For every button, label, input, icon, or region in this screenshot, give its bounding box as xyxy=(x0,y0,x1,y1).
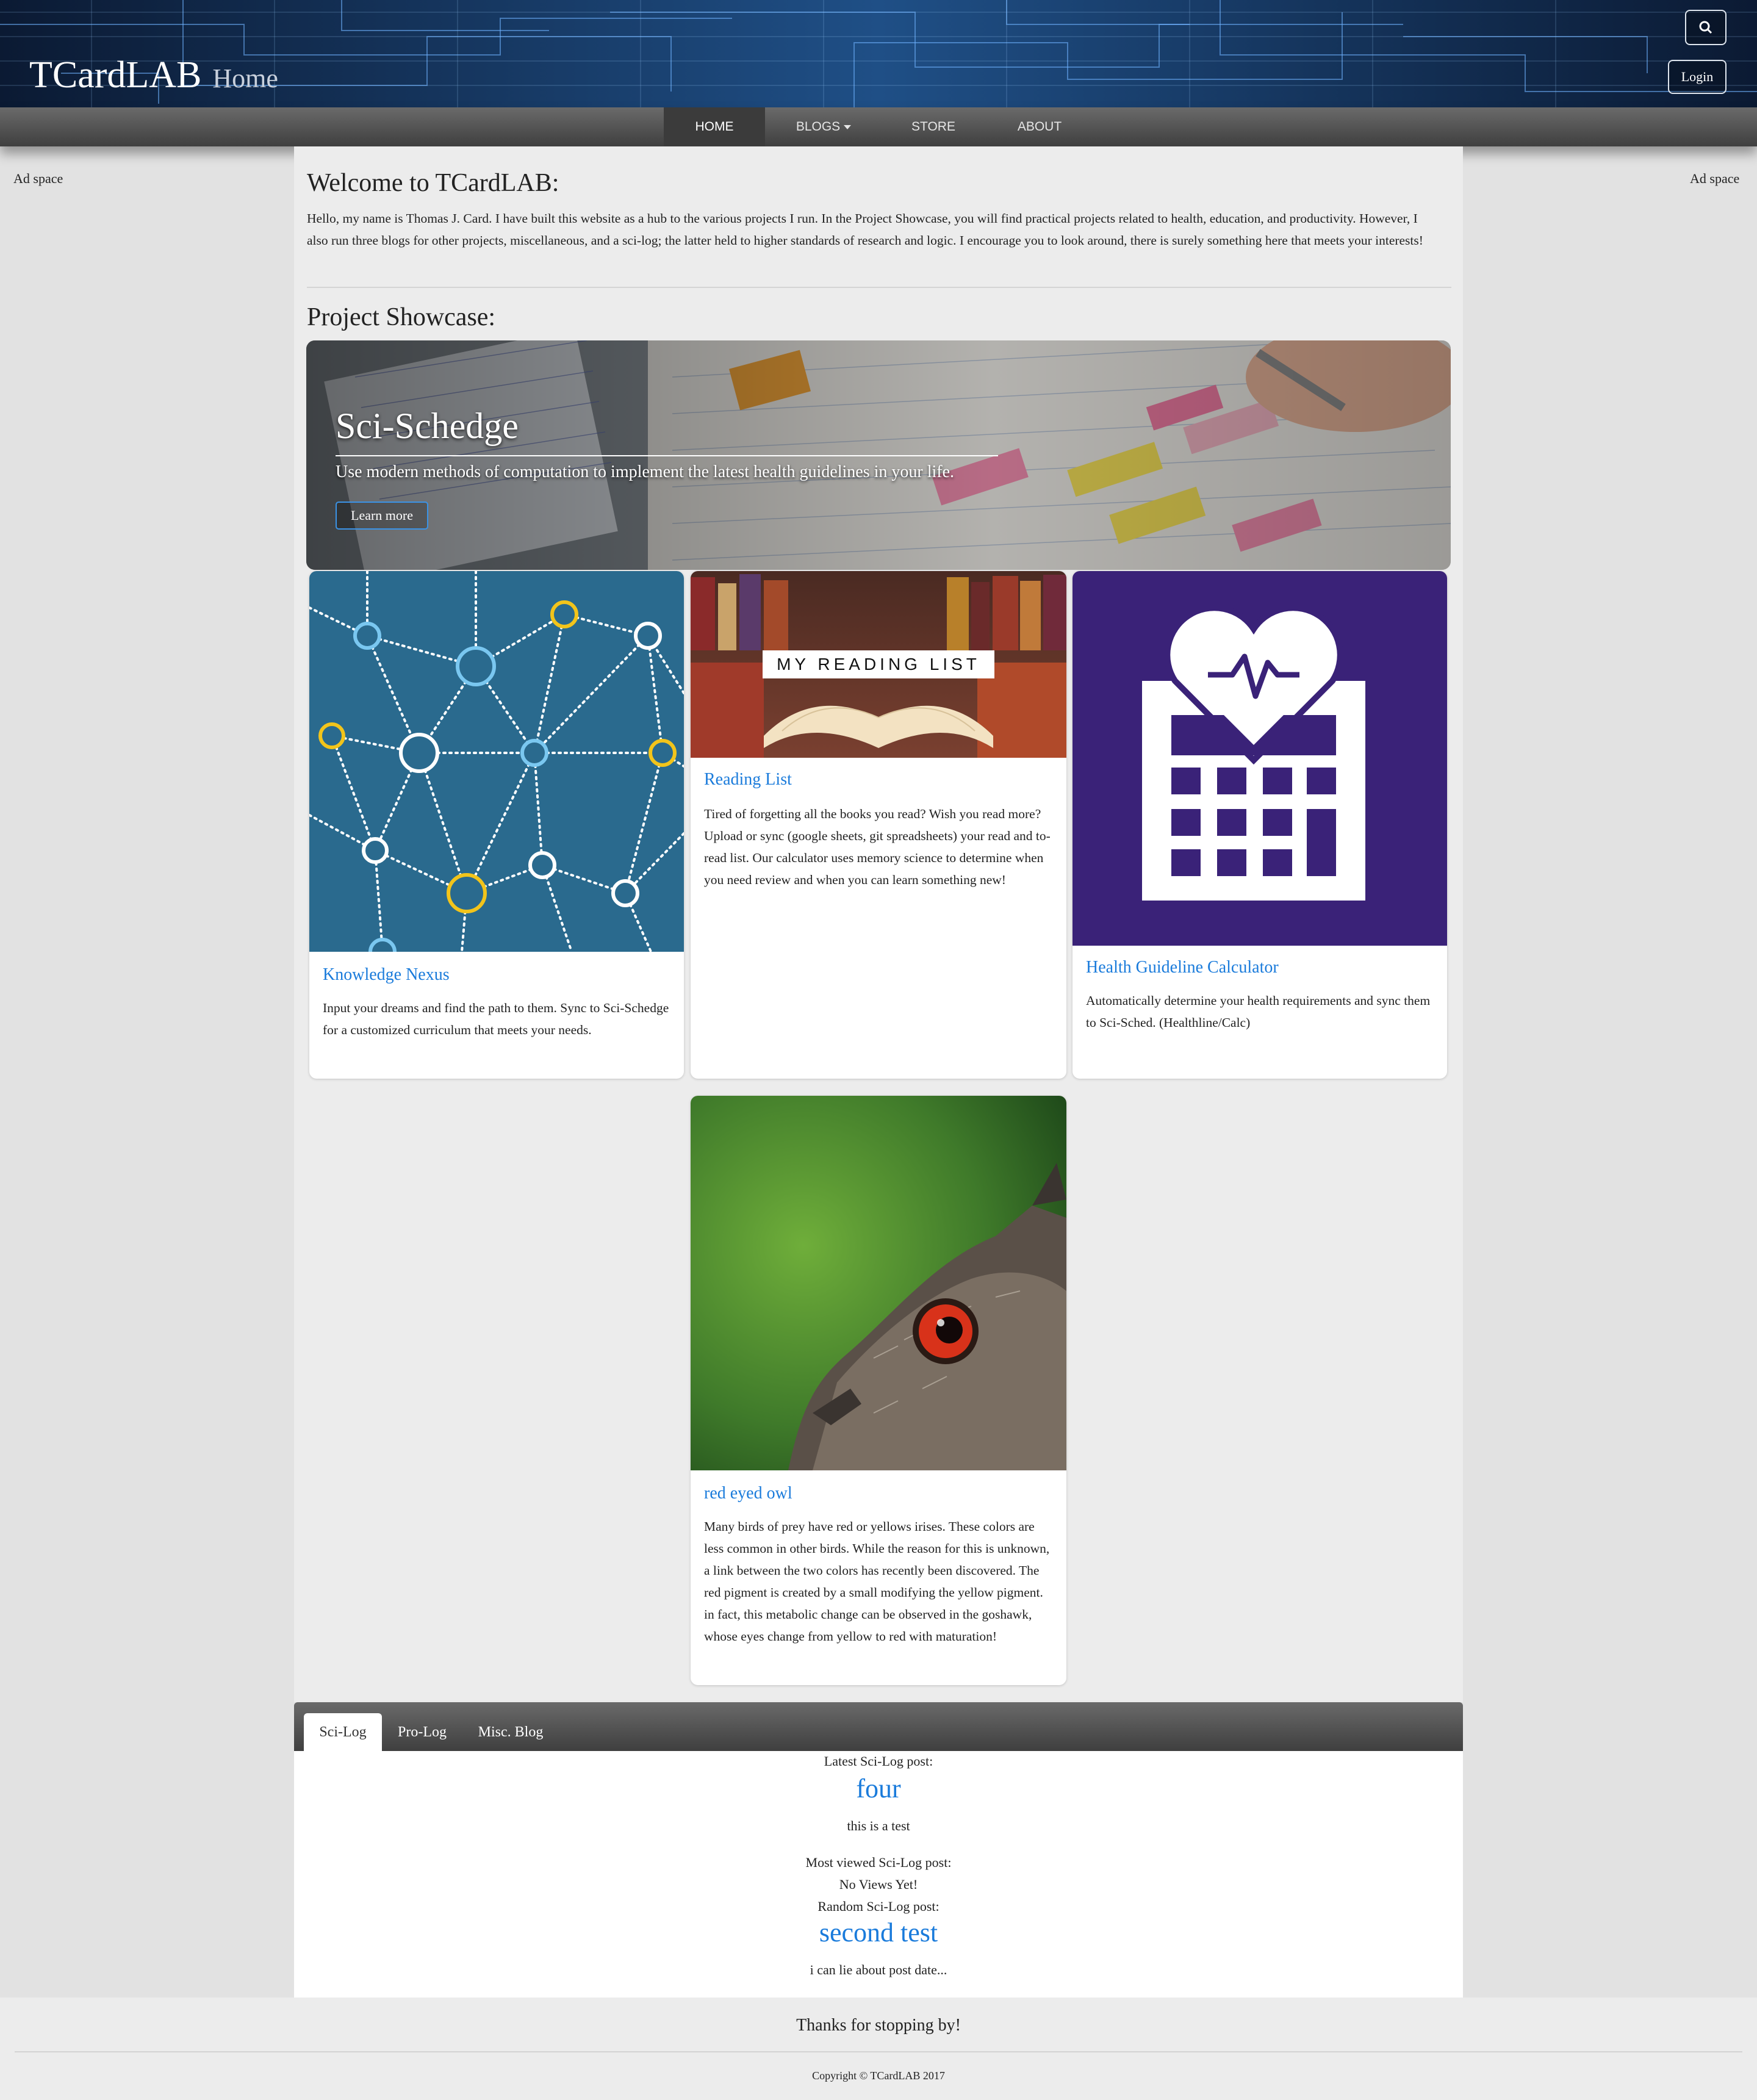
card-title[interactable]: Knowledge Nexus xyxy=(323,965,450,985)
nav-about[interactable]: ABOUT xyxy=(985,107,1094,146)
learn-more-button[interactable]: Learn more xyxy=(336,502,428,530)
tab-sci-log[interactable]: Sci-Log xyxy=(304,1713,382,1751)
network-graph-image xyxy=(309,571,684,952)
search-icon xyxy=(1699,21,1712,34)
latest-post-excerpt: this is a test xyxy=(847,1818,910,1833)
chevron-down-icon xyxy=(844,124,852,129)
most-viewed-value: No Views Yet! xyxy=(839,1877,918,1892)
card-text: Input your dreams and find the path to t… xyxy=(323,1001,669,1037)
ad-space-right: Ad space xyxy=(1690,171,1740,186)
footer-divider xyxy=(15,2051,1742,2052)
main-nav: HOME BLOGS STORE ABOUT xyxy=(0,107,1757,146)
header-banner: TCardLAB Home Login xyxy=(0,0,1757,107)
random-post-link[interactable]: second test xyxy=(294,1917,1463,1948)
brand-name: TCardLAB xyxy=(29,54,202,96)
nav-store[interactable]: STORE xyxy=(882,107,985,146)
random-post-excerpt: i can lie about post date... xyxy=(810,1962,947,1977)
card-reading-list[interactable]: MY READING LIST Reading List Tired of fo… xyxy=(691,571,1066,1079)
health-calculator-image xyxy=(1073,571,1447,946)
card-knowledge-nexus[interactable]: Knowledge Nexus Input your dreams and fi… xyxy=(309,571,684,1079)
footer-copyright: Copyright © TCardLAB 2017 xyxy=(812,2069,945,2082)
card-health-calculator[interactable]: Health Guideline Calculator Automaticall… xyxy=(1073,571,1447,1079)
latest-post-label: Latest Sci-Log post: xyxy=(824,1753,933,1769)
showcase-title: Project Showcase: xyxy=(307,303,496,331)
hero-divider xyxy=(336,455,998,456)
card-title[interactable]: Health Guideline Calculator xyxy=(1086,958,1279,977)
tab-misc-blog[interactable]: Misc. Blog xyxy=(467,1713,554,1751)
card-text: Many birds of prey have red or yellows i… xyxy=(704,1519,1050,1644)
most-viewed-label: Most viewed Sci-Log post: xyxy=(805,1855,952,1870)
welcome-title: Welcome to TCardLAB: xyxy=(307,169,559,197)
card-title[interactable]: red eyed owl xyxy=(704,1484,792,1503)
site-brand[interactable]: TCardLAB Home xyxy=(29,56,278,94)
page-subtitle: Home xyxy=(212,63,278,93)
welcome-text: Hello, my name is Thomas J. Card. I have… xyxy=(307,211,1423,248)
nav-blogs[interactable]: BLOGS xyxy=(765,107,882,146)
tab-pro-log[interactable]: Pro-Log xyxy=(387,1713,458,1751)
latest-post-link[interactable]: four xyxy=(294,1773,1463,1804)
card-text: Tired of forgetting all the books you re… xyxy=(704,807,1051,887)
divider xyxy=(307,287,1451,288)
nav-blogs-label: BLOGS xyxy=(796,120,841,134)
hero-title: Sci-Schedge xyxy=(336,406,519,446)
card-title[interactable]: Reading List xyxy=(704,770,792,789)
ad-space-left: Ad space xyxy=(13,171,63,186)
random-post-label: Random Sci-Log post: xyxy=(817,1899,940,1914)
search-button[interactable] xyxy=(1685,10,1726,45)
hero-description: Use modern methods of computation to imp… xyxy=(336,462,955,481)
nav-home[interactable]: HOME xyxy=(664,107,765,146)
card-text: Automatically determine your health requ… xyxy=(1086,993,1431,1030)
card-red-eyed-owl[interactable]: red eyed owl Many birds of prey have red… xyxy=(691,1096,1066,1685)
footer xyxy=(0,1998,1757,2100)
footer-thanks: Thanks for stopping by! xyxy=(796,2016,961,2035)
owl-photo xyxy=(691,1096,1066,1470)
reading-list-image-label: MY READING LIST xyxy=(777,655,980,674)
login-button[interactable]: Login xyxy=(1668,60,1726,94)
